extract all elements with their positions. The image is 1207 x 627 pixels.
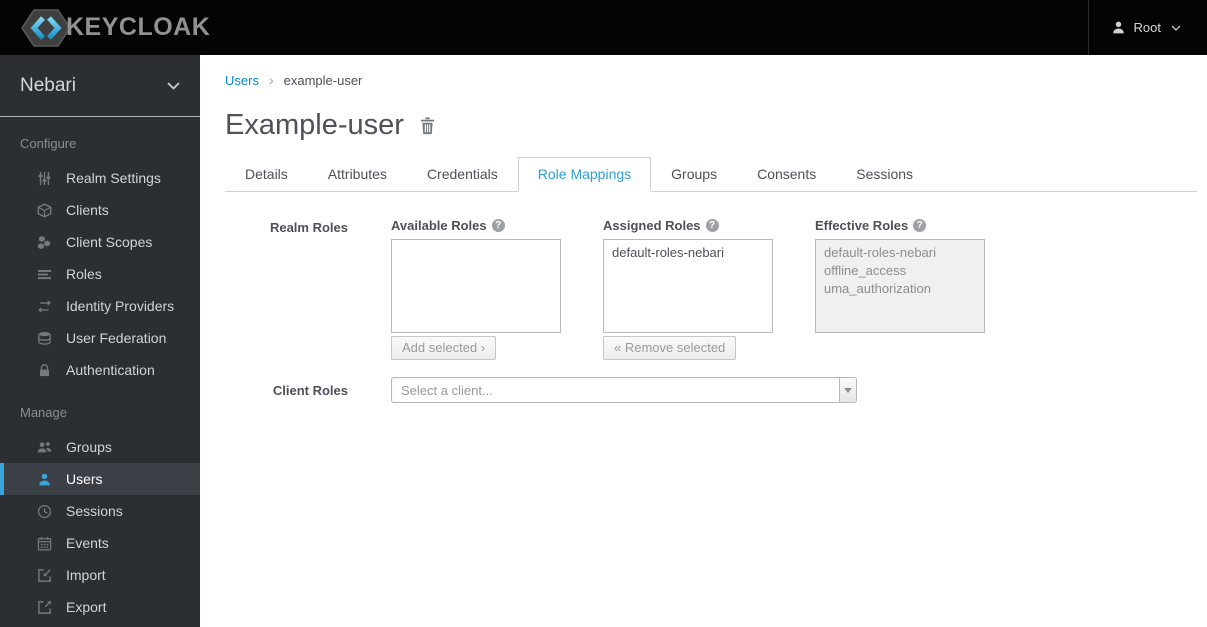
keycloak-logo[interactable]: KEYCLOAK [0,6,210,50]
sidebar-item-label: Authentication [66,362,155,378]
tab-attributes[interactable]: Attributes [308,157,407,192]
list-icon [36,266,53,282]
breadcrumb-users-link[interactable]: Users [225,73,259,88]
sidebar-item-label: Clients [66,202,109,218]
client-select-dropdown-button[interactable] [839,378,856,402]
tab-role-mappings[interactable]: Role Mappings [517,157,652,192]
tab-sessions[interactable]: Sessions [836,157,933,192]
sidebar-item-sessions[interactable]: Sessions [0,495,200,527]
users-icon [36,439,53,455]
help-icon[interactable]: ? [705,219,719,232]
help-icon[interactable]: ? [491,219,505,232]
section-label-manage: Manage [20,405,67,420]
breadcrumb: Users › example-user [225,72,1197,88]
sidebar-item-groups[interactable]: Groups [0,431,200,463]
client-roles-label: Client Roles [272,382,348,398]
sidebar-item-identity-providers[interactable]: Identity Providers [0,290,200,322]
add-selected-button[interactable]: Add selected › [391,336,497,360]
realm-selector[interactable]: Nebari [0,55,200,117]
sidebar-item-label: Events [66,535,109,551]
cube-icon [36,202,53,218]
sidebar-item-label: Realm Settings [66,170,161,186]
realm-name: Nebari [20,74,76,96]
role-option: default-roles-nebari [824,245,937,260]
brand-text: KEYCLOAK [66,13,211,41]
tab-bar: Details Attributes Credentials Role Mapp… [225,157,1197,192]
role-option: offline_access [824,263,907,278]
sidebar-item-roles[interactable]: Roles [0,258,200,290]
sidebar-item-realm-settings[interactable]: Realm Settings [0,162,200,194]
effective-roles-column: Effective Roles ? default-roles-nebari of… [815,218,985,360]
sidebar-item-label: User Federation [66,330,167,346]
sliders-icon [36,170,53,186]
database-icon [36,330,53,346]
sidebar-item-user-federation[interactable]: User Federation [0,322,200,354]
tab-credentials[interactable]: Credentials [407,157,518,192]
sidebar-item-users[interactable]: Users [0,463,200,495]
sidebar-item-label: Import [66,567,106,583]
breadcrumb-separator: › [268,72,274,88]
assigned-roles-column: Assigned Roles ? default-roles-nebari « … [603,218,773,360]
remove-selected-button[interactable]: « Remove selected [603,336,737,360]
role-mappings-form: Realm Roles Available Roles ? Add select… [225,218,1197,403]
main-content: Users › example-user Example-user Detail… [200,55,1207,627]
role-option[interactable]: default-roles-nebari [604,244,772,262]
sidebar-item-events[interactable]: Events [0,527,200,559]
available-roles-label: Available Roles [391,218,487,233]
page-title: Example-user [225,109,404,141]
chevron-down-icon [1171,25,1181,31]
realm-roles-row: Realm Roles Available Roles ? Add select… [225,218,1197,360]
client-roles-row: Client Roles Select a client... [225,377,1197,403]
user-menu-label: Root [1133,20,1161,35]
sidebar-item-export[interactable]: Export [0,591,200,623]
realm-roles-label: Realm Roles [269,220,348,235]
effective-roles-label: Effective Roles [815,218,909,233]
assigned-roles-listbox[interactable]: default-roles-nebari [603,239,773,333]
lock-icon [36,362,53,378]
sidebar-item-label: Export [66,599,107,615]
available-roles-listbox[interactable] [391,239,561,333]
export-icon [36,599,53,615]
calendar-icon [36,535,53,551]
cubes-icon [36,234,53,250]
tab-groups[interactable]: Groups [651,157,737,192]
sidebar-item-label: Roles [66,266,102,282]
user-icon [1111,20,1126,35]
client-select[interactable]: Select a client... [391,377,857,403]
trash-icon [419,117,436,135]
role-option: uma_authorization [824,281,931,296]
sidebar-item-clients[interactable]: Clients [0,194,200,226]
clock-icon [36,503,53,519]
keycloak-hexagon-icon [20,6,72,50]
help-icon[interactable]: ? [913,219,927,232]
tab-consents[interactable]: Consents [737,157,836,192]
available-roles-column: Available Roles ? Add selected › [391,218,561,360]
sidebar-item-label: Users [66,471,103,487]
sidebar-item-label: Groups [66,439,112,455]
tab-details[interactable]: Details [225,157,308,192]
breadcrumb-current: example-user [283,72,363,88]
effective-roles-listbox: default-roles-nebari offline_access uma_au… [815,239,985,333]
delete-user-button[interactable] [419,117,436,135]
sidebar-item-label: Sessions [66,503,123,519]
sidebar: Nebari Configure Realm Settings Clients … [0,55,200,627]
import-icon [36,567,53,583]
chevron-down-icon [167,81,180,90]
sidebar-item-label: Identity Providers [66,298,175,314]
client-select-placeholder: Select a client... [401,382,493,398]
sidebar-item-authentication[interactable]: Authentication [0,354,200,386]
sidebar-item-import[interactable]: Import [0,559,200,591]
sidebar-item-label: Client Scopes [66,234,153,250]
sidebar-item-client-scopes[interactable]: Client Scopes [0,226,200,258]
user-menu[interactable]: Root [1087,0,1207,55]
caret-down-icon [844,387,852,393]
top-navbar: KEYCLOAK Root [0,0,1207,55]
exchange-icon [36,298,53,314]
section-label-configure: Configure [20,136,77,151]
assigned-roles-label: Assigned Roles [603,218,701,233]
user-icon [36,471,53,487]
